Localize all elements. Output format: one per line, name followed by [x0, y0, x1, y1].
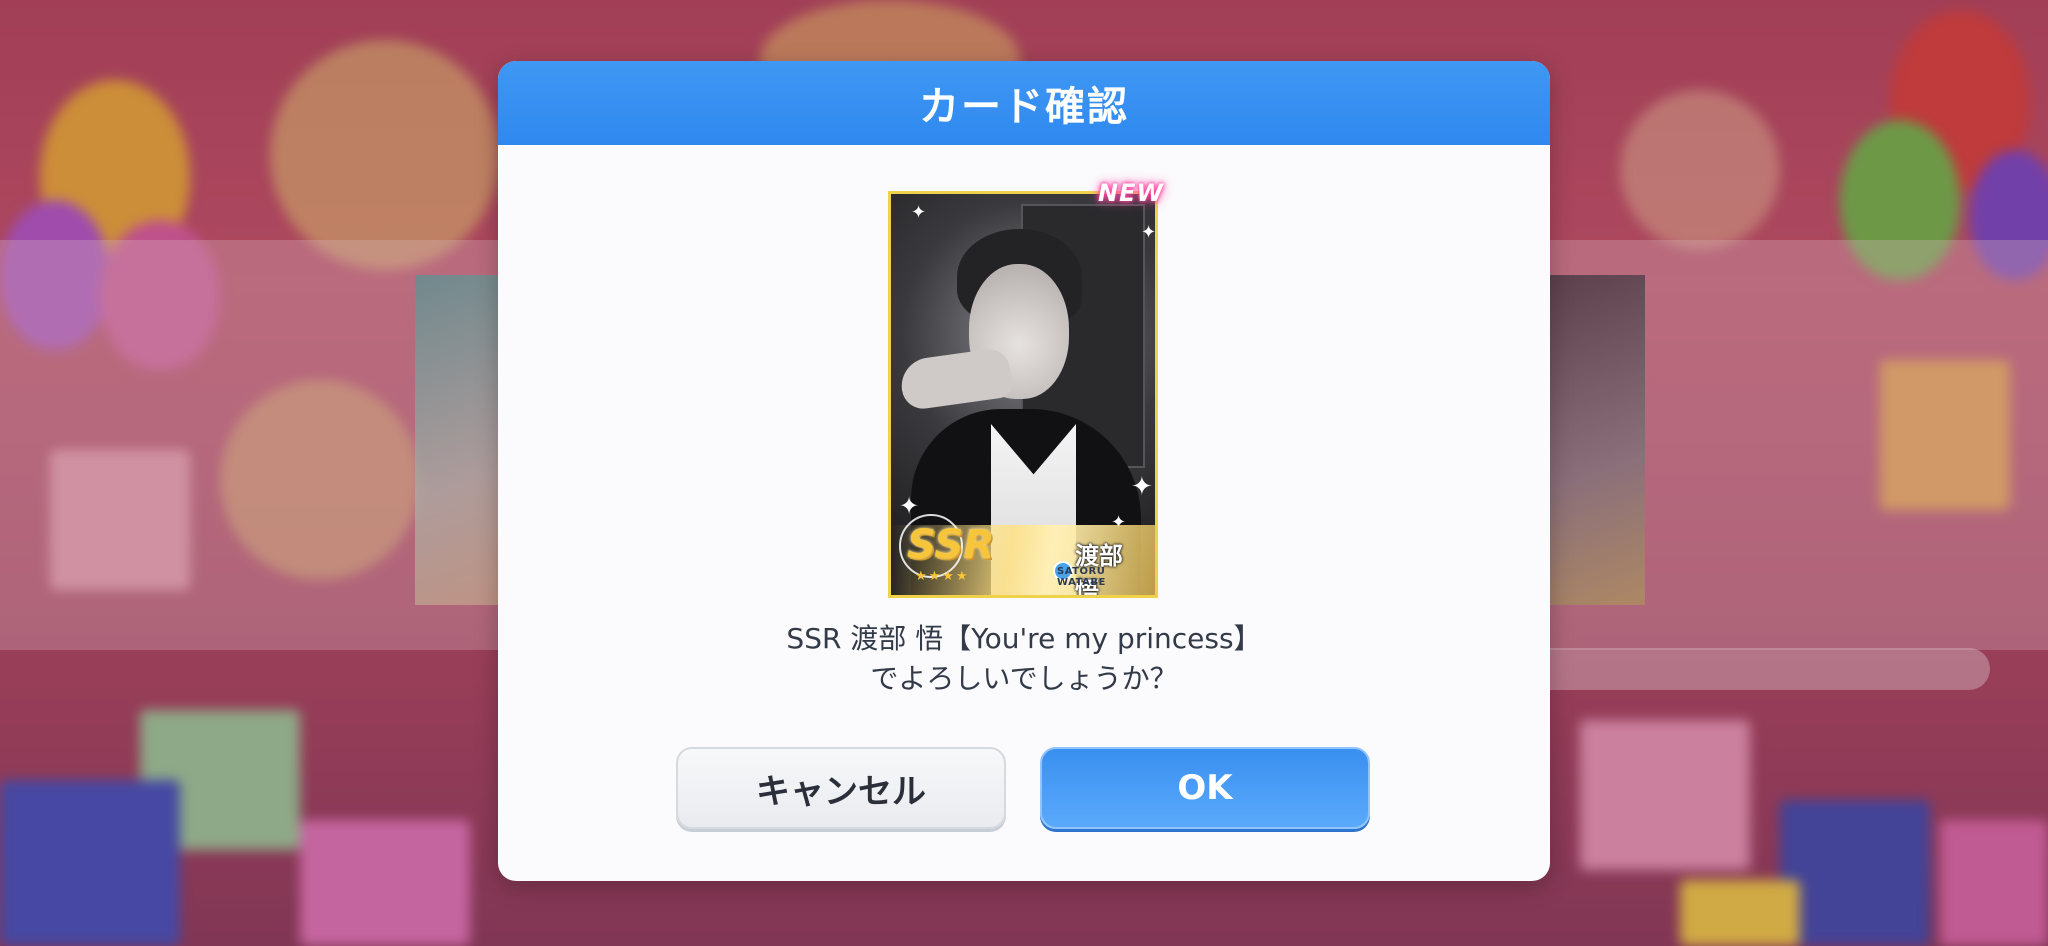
- rarity-badge: SSR: [907, 522, 994, 568]
- card-preview[interactable]: ✦ ✦ ✦ ✦ ✦ SSR ★★★★ 渡部 悟 SATORU WATABE NE…: [888, 179, 1163, 598]
- sparkle-icon: ✦: [1131, 472, 1153, 502]
- cancel-button[interactable]: キャンセル: [676, 747, 1006, 829]
- ok-button[interactable]: OK: [1040, 747, 1370, 829]
- card-confirm-dialog: カード確認 ✦ ✦ ✦ ✦ ✦ SSR ★★★★ 渡部 悟 SATORU WAT…: [498, 61, 1550, 881]
- sparkle-icon: ✦: [899, 492, 920, 520]
- confirm-message-line1: SSR 渡部 悟【You're my princess】: [786, 622, 1262, 655]
- ok-button-label: OK: [1177, 768, 1233, 808]
- game-screen: カード確認 ✦ ✦ ✦ ✦ ✦ SSR ★★★★ 渡部 悟 SATORU WAT…: [0, 0, 2048, 946]
- confirm-message-line2: でよろしいでしょうか？: [870, 662, 1178, 695]
- card-art-hand: [898, 346, 1014, 412]
- sparkle-icon: ✦: [1141, 222, 1157, 243]
- rarity-stars: ★★★★: [915, 569, 970, 584]
- character-name-en: SATORU WATABE: [1057, 566, 1106, 588]
- new-badge: NEW: [1098, 179, 1164, 207]
- sparkle-icon: ✦: [911, 202, 927, 223]
- confirm-message: SSR 渡部 悟【You're my princess】 でよろしいでしょうか？: [498, 619, 1550, 699]
- dialog-title: カード確認: [919, 84, 1129, 130]
- cancel-button-label: キャンセル: [756, 771, 926, 812]
- card-art: ✦ ✦ ✦ ✦ ✦ SSR ★★★★ 渡部 悟 SATORU WATABE: [888, 191, 1158, 598]
- dialog-header: カード確認: [498, 61, 1550, 145]
